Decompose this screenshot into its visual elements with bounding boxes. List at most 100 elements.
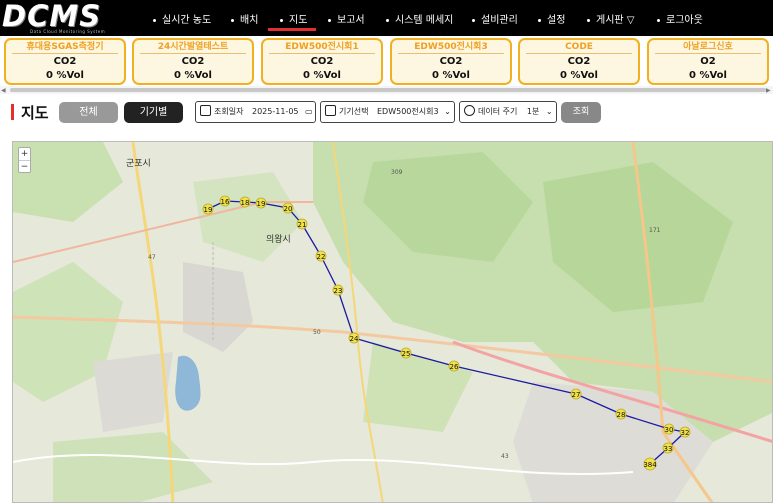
period-select[interactable]: 데이터 주기 1분 ⌄: [459, 101, 557, 123]
nav-equipment[interactable]: 설비관리: [472, 11, 518, 26]
title-accent: [11, 104, 14, 120]
device-select[interactable]: 기기선택 EDW500전시회3 ⌄: [320, 101, 455, 123]
bullet-icon: [657, 18, 660, 22]
road-number-label: 171: [649, 227, 661, 234]
bullet-icon: [587, 18, 590, 22]
card-title: EDW500전시회3: [398, 41, 504, 54]
bullet-icon: [153, 18, 156, 22]
route-marker[interactable]: 21: [296, 218, 308, 230]
nav-active-indicator: [268, 28, 316, 31]
card-value: 0 %Vol: [560, 70, 598, 81]
scroll-right-icon[interactable]: ▶: [766, 87, 771, 94]
card-gas: CO2: [181, 56, 205, 67]
route-marker[interactable]: 24: [348, 332, 360, 344]
nav-system-message[interactable]: 시스템 메세지: [386, 11, 453, 26]
route-marker[interactable]: 28: [615, 408, 627, 420]
device-value: EDW500전시회3: [377, 107, 439, 116]
route-marker[interactable]: 33: [662, 442, 674, 454]
route-marker[interactable]: 22: [315, 250, 327, 262]
route-marker-label: 19: [257, 200, 266, 208]
card-title: 휴대용SGAS측정기: [12, 41, 118, 54]
logo[interactable]: DCMS: [2, 1, 101, 31]
card-gas: CO2: [53, 56, 77, 67]
bullet-icon: [538, 18, 541, 22]
card-title: 아날로그신호: [655, 41, 761, 54]
route-marker-label: 21: [298, 221, 307, 229]
route-marker[interactable]: 26: [448, 360, 460, 372]
route-marker[interactable]: 20: [282, 202, 294, 214]
device-icon: [325, 105, 336, 116]
page-title: 지도: [21, 104, 49, 122]
device-card[interactable]: EDW500전시회1 CO2 0 %Vol: [261, 38, 383, 85]
road-number-label: 50: [313, 329, 321, 336]
card-title: EDW500전시회1: [269, 41, 375, 54]
place-label: 군포시: [126, 158, 151, 169]
route-marker-label: 27: [572, 391, 581, 399]
card-title: CODE: [526, 41, 632, 54]
logo-subtitle: Data Cloud Monitoring System: [30, 29, 106, 34]
zoom-in-button[interactable]: +: [19, 148, 30, 160]
zoom-out-button[interactable]: −: [19, 160, 30, 172]
all-button[interactable]: 전체: [59, 102, 118, 123]
road-number-label: 309: [391, 169, 403, 176]
route-marker[interactable]: 25: [400, 347, 412, 359]
device-cards: 휴대용SGAS측정기 CO2 0 %Vol 24시간발열테스트 CO2 0 %V…: [0, 36, 773, 86]
route-marker-label: 23: [334, 287, 343, 295]
route-marker[interactable]: 16: [219, 195, 231, 207]
map-canvas[interactable]: 군포시 의왕시 309 47 50 171 43 19 16 18 19 20 …: [13, 142, 773, 503]
device-card[interactable]: CODE CO2 0 %Vol: [518, 38, 640, 85]
chevron-down-icon[interactable]: ⌄: [444, 107, 451, 116]
device-card[interactable]: EDW500전시회3 CO2 0 %Vol: [390, 38, 512, 85]
card-value: 0 %Vol: [46, 70, 84, 81]
nav-layout[interactable]: 배치: [231, 11, 258, 26]
card-value: 0 %Vol: [432, 70, 470, 81]
date-field[interactable]: 조회일자 2025-11-05 ▭: [195, 101, 316, 123]
scroll-left-icon[interactable]: ◀: [1, 87, 6, 94]
card-value: 0 %Vol: [689, 70, 727, 81]
query-button[interactable]: 조회: [561, 102, 601, 123]
route-marker[interactable]: 27: [570, 388, 582, 400]
card-gas: CO2: [439, 56, 463, 67]
route-marker-label: 384: [643, 461, 657, 469]
nav-report[interactable]: 보고서: [328, 11, 365, 26]
nav-realtime[interactable]: 실시간 농도: [153, 11, 211, 26]
route-marker-label: 20: [284, 205, 293, 213]
scroll-thumb[interactable]: [10, 88, 766, 92]
nav-map[interactable]: 지도: [280, 11, 307, 26]
route-marker[interactable]: 23: [332, 284, 344, 296]
card-value: 0 %Vol: [303, 70, 341, 81]
route-marker-label: 26: [450, 363, 459, 371]
clock-icon: [464, 105, 475, 116]
route-marker-label: 30: [665, 426, 674, 434]
route-marker-label: 19: [204, 206, 213, 214]
route-marker-label: 18: [241, 199, 250, 207]
road-number-label: 47: [148, 254, 156, 261]
route-marker[interactable]: 32: [679, 426, 691, 438]
nav-settings[interactable]: 설정: [538, 11, 565, 26]
device-card[interactable]: 아날로그신호 O2 0 %Vol: [647, 38, 769, 85]
date-value: 2025-11-05: [252, 107, 299, 116]
calendar-icon: [200, 105, 211, 116]
route-marker[interactable]: 18: [239, 196, 251, 208]
calendar-picker-icon[interactable]: ▭: [305, 107, 313, 116]
route-marker-label: 28: [617, 411, 626, 419]
map-toolbar: 지도 전체 기기별 조회일자 2025-11-05 ▭ 기기선택 EDW500전…: [0, 96, 773, 130]
chevron-down-icon[interactable]: ⌄: [546, 107, 553, 116]
period-value: 1분: [526, 107, 540, 116]
nav-board[interactable]: 게시판 ▽: [587, 11, 634, 26]
route-marker[interactable]: 30: [663, 423, 675, 435]
route-marker[interactable]: 19: [202, 203, 214, 215]
card-title: 24시간발열테스트: [140, 41, 246, 54]
bullet-icon: [280, 18, 283, 22]
card-gas: CO2: [310, 56, 334, 67]
map-view[interactable]: 군포시 의왕시 309 47 50 171 43 19 16 18 19 20 …: [12, 141, 773, 503]
by-device-button[interactable]: 기기별: [124, 102, 183, 123]
nav-logout[interactable]: 로그아웃: [657, 11, 703, 26]
route-marker-label: 24: [350, 335, 359, 343]
device-card[interactable]: 휴대용SGAS측정기 CO2 0 %Vol: [4, 38, 126, 85]
horizontal-scrollbar[interactable]: ◀ ▶: [0, 86, 773, 94]
bullet-icon: [328, 18, 331, 22]
route-marker-label: 32: [681, 429, 690, 437]
route-marker[interactable]: 19: [255, 197, 267, 209]
device-card[interactable]: 24시간발열테스트 CO2 0 %Vol: [132, 38, 254, 85]
